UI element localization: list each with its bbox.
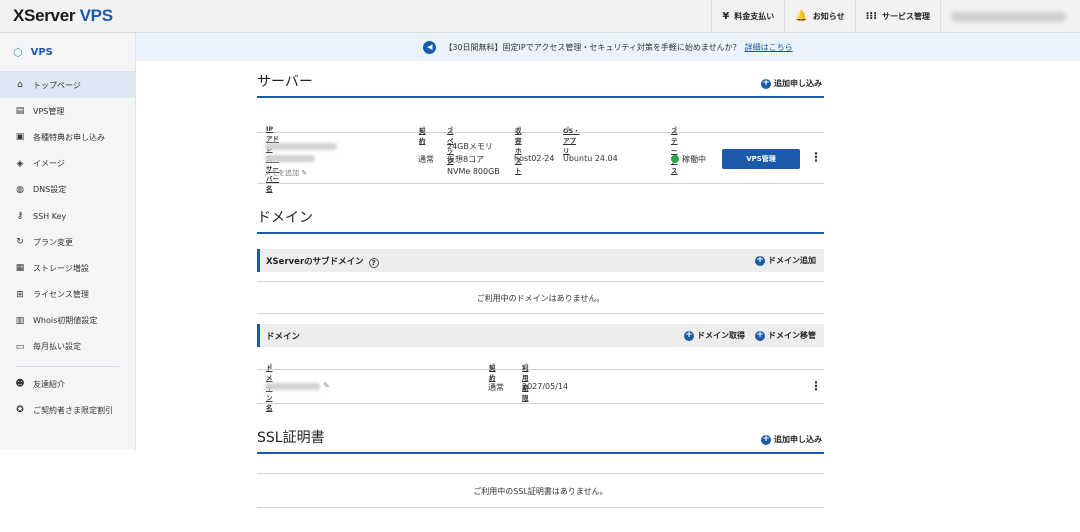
server-name: [265, 155, 315, 162]
sidebar-item-discount[interactable]: ✪ ご契約者さま限定割引: [0, 397, 135, 423]
service-link[interactable]: ⁝⁝⁝ サービス管理: [854, 0, 940, 33]
sort-icon: ⇕: [421, 125, 427, 133]
domain-acquire-button[interactable]: + ドメイン取得: [684, 330, 745, 341]
help-icon[interactable]: ?: [368, 258, 379, 268]
server-spec-disk: NVMe 800GB: [447, 167, 500, 176]
server-icon: ▤: [15, 106, 25, 117]
domain-expiry: 2027/05/14: [522, 382, 569, 391]
sort-icon: ⇕: [673, 125, 679, 133]
sidebar-item-top[interactable]: ⌂ トップページ: [0, 72, 135, 99]
cube-icon: ⬡: [13, 45, 23, 59]
server-contract: 通常: [418, 155, 434, 164]
promo-banner: ◀ 【30日間無料】固定IPでアクセス管理・セキュリティ対策を手軽に始めませんか…: [136, 33, 1080, 61]
server-section-title: サーバー + 追加申し込み: [257, 74, 824, 98]
memo-add-link[interactable]: メモを追加 ✎: [264, 168, 307, 178]
ssl-add-button[interactable]: + 追加申し込み: [761, 434, 822, 445]
domain-row: ✎ 通常 2027/05/14 ⋮: [257, 370, 824, 404]
key-icon: ⚷: [16, 211, 24, 222]
sidebar-item-ssh[interactable]: ⚷ SSH Key: [0, 203, 135, 229]
sidebar: ⬡ VPS ⌂ トップページ ▤ VPS管理 ▣ 各種特典お申し込み ◈ イメージ ◍ DN…: [0, 33, 136, 450]
payment-link[interactable]: ¥ 料金支払い: [711, 0, 784, 33]
sidebar-item-benefits[interactable]: ▣ 各種特典お申し込み: [0, 124, 135, 150]
sidebar-item-dns[interactable]: ◍ DNS設定: [0, 177, 135, 203]
subdomain-empty-text: ご利用中のドメインはありません。: [476, 294, 605, 303]
sidebar-title[interactable]: ⬡ VPS: [0, 33, 135, 72]
domain-transfer-button[interactable]: + ドメイン移管: [755, 330, 816, 341]
domain-contract: 通常: [488, 383, 504, 392]
divider: [257, 281, 824, 282]
pencil-icon: ✎: [301, 169, 308, 177]
server-table-header: IPアドレス・サーバー名⇕ 契約⇕ スペック⇕ 収容ホスト⇕ OS・アプリ⇕ ス…: [257, 117, 824, 193]
sidebar-divider: [16, 366, 119, 368]
avatar: [951, 11, 1066, 22]
domain-bar: ドメイン + ドメイン取得 + ドメイン移管: [257, 324, 824, 347]
vps-manage-button[interactable]: VPS管理: [722, 149, 800, 169]
yen-icon: ¥: [722, 11, 730, 22]
server-spec-cpu: 仮想8コア: [447, 155, 485, 164]
sidebar-item-whois[interactable]: ▥ Whois初期値設定: [0, 308, 135, 334]
plus-icon: +: [755, 330, 765, 341]
domain-table-header: ドメイン名⇕ 契約⇕ 利用期限⇕: [257, 354, 824, 412]
layers-icon: ◈: [16, 158, 24, 169]
globe-icon: ◍: [16, 184, 24, 195]
pencil-icon[interactable]: ✎: [323, 381, 330, 390]
sidebar-item-monthly[interactable]: ▭ 毎月払い設定: [0, 334, 135, 360]
home-icon: ⌂: [17, 80, 23, 91]
user-menu[interactable]: [940, 0, 1080, 33]
gift-icon: ▣: [15, 132, 25, 143]
plus-icon: +: [761, 434, 771, 445]
server-spec-memory: 24GBメモリ: [447, 142, 493, 151]
server-os: Ubuntu 24.04: [563, 154, 618, 163]
discount-icon: ✪: [16, 405, 24, 416]
server-add-button[interactable]: + 追加申し込み: [761, 78, 822, 89]
status-badge: 稼働中: [671, 154, 706, 165]
top-bar: XServer VPS ¥ 料金支払い 🔔 お知らせ ⁝⁝⁝ サービス管理: [0, 0, 1080, 33]
document-icon: ▥: [15, 315, 25, 326]
card-icon: ▭: [15, 341, 25, 352]
ssl-empty-text: ご利用中のSSL証明書はありません。: [473, 487, 608, 496]
sidebar-item-storage[interactable]: ▦ ストレージ増設: [0, 255, 135, 281]
grid-icon: ⁝⁝⁝: [865, 11, 877, 22]
sort-icon: ⇕: [491, 362, 497, 370]
user-icon: ☻: [15, 379, 25, 390]
plus-icon: +: [761, 78, 771, 89]
divider: [257, 473, 824, 474]
windows-icon: ⊞: [16, 289, 24, 300]
sidebar-item-referral[interactable]: ☻ 友達紹介: [0, 371, 135, 397]
notice-link[interactable]: 🔔 お知らせ: [784, 0, 854, 33]
storage-icon: ▦: [15, 263, 25, 274]
ssl-section-title: SSL証明書 + 追加申し込み: [257, 430, 824, 454]
bell-icon: 🔔: [795, 11, 808, 22]
refresh-icon: ↻: [16, 237, 24, 248]
divider: [257, 313, 824, 314]
plus-icon: +: [684, 330, 694, 341]
sidebar-item-vps[interactable]: ▤ VPS管理: [0, 98, 135, 124]
megaphone-icon: ◀: [423, 40, 437, 54]
sort-icon: ⇕: [517, 125, 523, 133]
sort-icon: ⇕: [524, 362, 530, 370]
more-icon[interactable]: ⋮: [810, 151, 822, 163]
sidebar-item-plan[interactable]: ↻ プラン変更: [0, 229, 135, 255]
banner-detail-link[interactable]: 詳細はこちら: [745, 42, 793, 53]
plus-icon: +: [755, 255, 765, 266]
more-icon[interactable]: ⋮: [810, 380, 822, 392]
sort-icon: ⇕: [449, 125, 455, 133]
domain-name: [265, 383, 320, 390]
sort-icon: ⇕: [565, 125, 571, 133]
server-host: host02-24: [514, 154, 555, 163]
power-icon: [671, 155, 679, 163]
subdomain-bar: XServerのサブドメイン? + ドメイン追加: [257, 249, 824, 272]
sort-icon: ⇕: [268, 362, 274, 370]
sort-icon: ⇕: [268, 125, 274, 133]
domain-section-title: ドメイン: [257, 210, 824, 234]
sidebar-item-license[interactable]: ⊞ ライセンス管理: [0, 282, 135, 308]
server-ip: [265, 143, 337, 150]
logo[interactable]: XServer VPS: [13, 6, 113, 26]
top-nav: ¥ 料金支払い 🔔 お知らせ ⁝⁝⁝ サービス管理: [711, 0, 1080, 33]
domain-add-button[interactable]: + ドメイン追加: [755, 255, 816, 266]
sidebar-item-image[interactable]: ◈ イメージ: [0, 151, 135, 177]
server-row: メモを追加 ✎ 通常 24GBメモリ 仮想8コア NVMe 800GB host…: [257, 133, 824, 184]
divider: [257, 507, 824, 508]
